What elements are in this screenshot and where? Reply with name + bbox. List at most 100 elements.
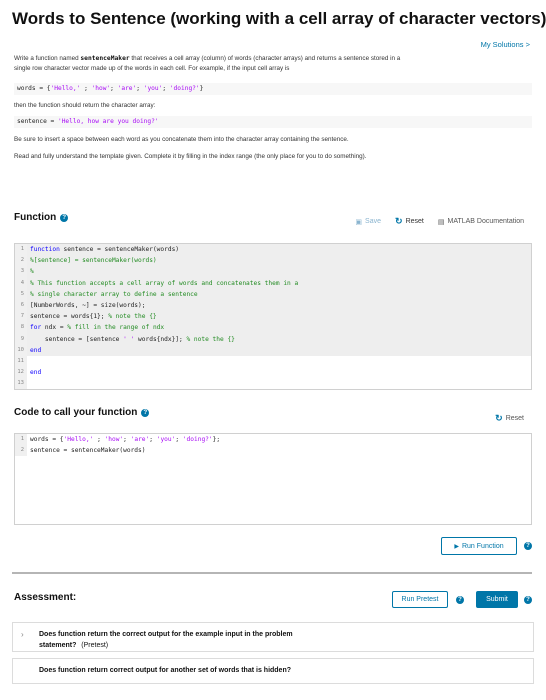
help-icon[interactable]: ? xyxy=(524,542,532,550)
code-token: sentence = [sentence xyxy=(30,335,124,343)
code-token: sentence = sentenceMaker(words) xyxy=(59,246,180,253)
call-section-title: Code to call your function ? xyxy=(14,407,150,418)
test-item-label: Does function return correct output for … xyxy=(39,667,292,674)
code-line[interactable]: 13 xyxy=(15,378,531,390)
help-icon[interactable]: ? xyxy=(456,596,464,604)
code-text[interactable]: sentence = [sentence ' ' words{ndx}]; % … xyxy=(27,333,531,345)
help-icon[interactable]: ? xyxy=(141,408,150,417)
code-token: [NumberWords, ~] = size(words); xyxy=(30,301,146,309)
test-item-pretest[interactable]: › Does function return the correct outpu… xyxy=(12,622,534,652)
matlab-documentation-button[interactable]: ▤ MATLAB Documentation xyxy=(438,218,524,226)
documentation-icon: ▤ xyxy=(437,218,445,226)
problem-description-3: Be sure to insert a space between each w… xyxy=(14,136,349,143)
pretest-tag: (Pretest) xyxy=(81,642,109,649)
reset-icon: ↻ xyxy=(395,216,403,226)
my-solutions-link[interactable]: My Solutions > xyxy=(481,40,530,49)
code-text[interactable]: end xyxy=(27,344,531,356)
line-number: 11 xyxy=(15,355,27,368)
test-item-label: Does function return the correct output … xyxy=(39,631,293,649)
code-line[interactable]: 5% single character array to define a se… xyxy=(15,288,531,300)
code-token: words = { xyxy=(30,436,64,443)
play-icon: ▶ xyxy=(454,543,459,550)
code-token: ' ' xyxy=(123,335,135,343)
code-text[interactable]: % This function accepts a cell array of … xyxy=(27,277,531,289)
code-line[interactable]: 11 xyxy=(15,355,531,368)
code-token: end xyxy=(30,369,42,377)
code-token: % This function accepts a cell array of … xyxy=(30,279,299,287)
line-number: 5 xyxy=(15,288,27,300)
submit-button[interactable]: Submit xyxy=(476,591,518,608)
code-text[interactable]: words = {'Hello,' ; 'how'; 'are'; 'you';… xyxy=(27,434,531,445)
problem-description-2: then the function should return the char… xyxy=(14,102,156,109)
code-line[interactable]: 7 sentence = words{1}; % note the {} xyxy=(15,311,531,323)
code-token: ; xyxy=(149,436,157,443)
code-line[interactable]: 8 for ndx = % fill in the range of ndx xyxy=(15,322,531,334)
help-icon[interactable]: ? xyxy=(60,213,69,222)
chevron-right-icon[interactable]: › xyxy=(21,630,24,639)
code-token: % xyxy=(30,268,34,276)
code-line[interactable]: 12 end xyxy=(15,367,531,379)
code-token: 'you' xyxy=(156,436,176,443)
code-token: ; xyxy=(93,436,105,443)
line-number: 4 xyxy=(15,277,27,289)
reset-call-button[interactable]: ↻ Reset xyxy=(495,413,524,424)
save-button[interactable]: ▣ Save xyxy=(355,218,381,226)
code-text[interactable]: [NumberWords, ~] = size(words); xyxy=(27,299,531,312)
code-token: end xyxy=(30,346,42,354)
test-item-hidden: Does function return correct output for … xyxy=(12,658,534,684)
code-token: %[sentence] = sentenceMaker(words) xyxy=(30,257,157,265)
example-output-code: sentence = 'Hello, how are you doing?' xyxy=(14,116,532,128)
code-token: 'doing?' xyxy=(182,436,213,443)
code-text[interactable]: % single character array to define a sen… xyxy=(27,288,531,300)
run-function-button[interactable]: ▶ Run Function xyxy=(441,537,517,555)
line-number: 2 xyxy=(15,255,27,267)
run-pretest-button[interactable]: Run Pretest xyxy=(392,591,448,608)
page-title: Words to Sentence (working with a cell a… xyxy=(12,9,546,28)
function-toolbar: ▣ Save ↻ Reset ▤ MATLAB Documentation xyxy=(355,216,524,227)
code-token: % single character array to define a sen… xyxy=(30,290,198,298)
line-number: 12 xyxy=(15,367,27,379)
code-line[interactable]: 2 sentence = sentenceMaker(words) xyxy=(15,445,531,457)
line-number: 10 xyxy=(15,344,27,356)
code-line[interactable]: 4% This function accepts a cell array of… xyxy=(15,277,531,289)
code-token: 'Hello,' xyxy=(63,436,94,443)
code-text[interactable]: for ndx = % fill in the range of ndx xyxy=(27,322,531,334)
line-number: 2 xyxy=(15,445,27,457)
code-line[interactable]: 10 end xyxy=(15,344,531,356)
code-token: 'how' xyxy=(104,436,124,443)
code-token: 'are' xyxy=(130,436,150,443)
code-line[interactable]: 9 sentence = [sentence ' ' words{ndx}]; … xyxy=(15,333,531,345)
code-text[interactable]: % xyxy=(27,266,531,278)
code-token: sentence = sentenceMaker(words) xyxy=(30,447,146,455)
function-section-title: Function ? xyxy=(14,212,69,223)
help-icon[interactable]: ? xyxy=(524,596,532,604)
code-text[interactable]: sentence = sentenceMaker(words) xyxy=(27,445,531,456)
reset-icon: ↻ xyxy=(495,413,503,423)
function-code-editor[interactable]: 1 function sentence = sentenceMaker(words… xyxy=(14,243,532,391)
code-token: function xyxy=(30,246,60,253)
code-text[interactable] xyxy=(27,356,531,367)
code-text[interactable]: %[sentence] = sentenceMaker(words) xyxy=(27,255,531,267)
code-text[interactable] xyxy=(27,378,531,389)
code-line[interactable]: 1 function sentence = sentenceMaker(words… xyxy=(15,244,531,256)
code-token: }; xyxy=(212,436,221,443)
code-text[interactable]: function sentence = sentenceMaker(words) xyxy=(27,244,531,256)
code-token: words{ndx}]; xyxy=(134,335,187,343)
line-number: 1 xyxy=(15,434,27,446)
code-line[interactable]: 6 [NumberWords, ~] = size(words); xyxy=(15,299,531,312)
code-token: % fill in the range of ndx xyxy=(67,324,165,332)
code-token: sentence = words{1}; xyxy=(30,313,109,321)
code-line[interactable]: 1 words = {'Hello,' ; 'how'; 'are'; 'you'… xyxy=(15,434,531,446)
code-line[interactable]: 2 %[sentence] = sentenceMaker(words) xyxy=(15,255,531,267)
code-line[interactable]: 3% xyxy=(15,266,531,278)
code-text[interactable]: end xyxy=(27,367,531,378)
code-token: for xyxy=(30,324,42,332)
section-divider xyxy=(12,572,532,574)
call-code-editor[interactable]: 1 words = {'Hello,' ; 'how'; 'are'; 'you'… xyxy=(14,433,532,525)
line-number: 8 xyxy=(15,322,27,334)
problem-description-1: Write a function named sentenceMaker tha… xyxy=(14,55,401,72)
function-name: sentenceMaker xyxy=(80,55,130,62)
reset-button[interactable]: ↻ Reset xyxy=(395,216,424,227)
code-text[interactable]: sentence = words{1}; % note the {} xyxy=(27,311,531,323)
problem-description-4: Read and fully understand the template g… xyxy=(14,153,367,160)
